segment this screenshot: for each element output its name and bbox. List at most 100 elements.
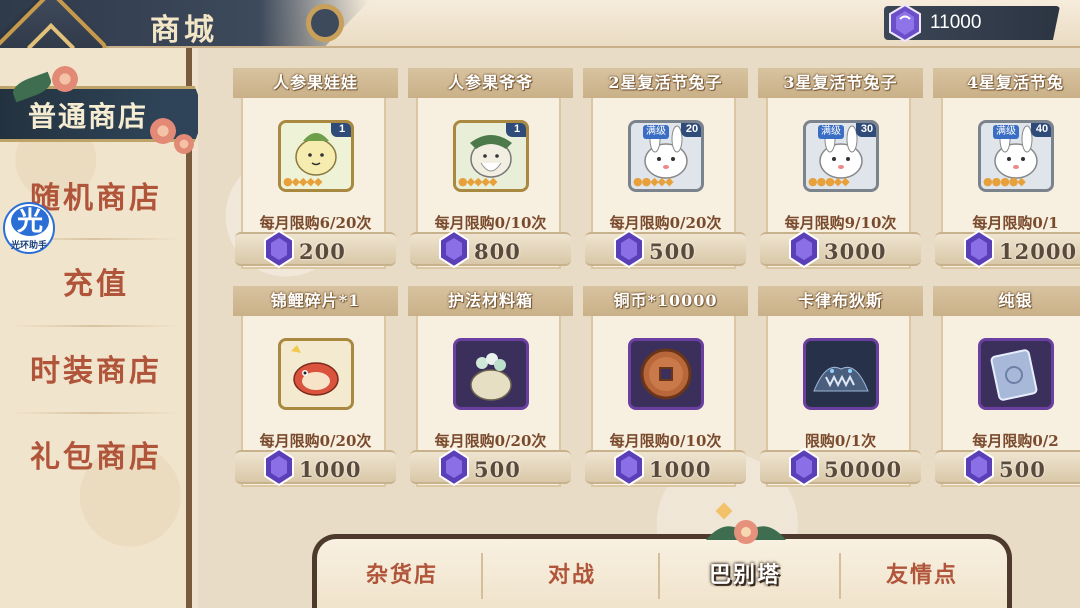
price-bar: 1000 xyxy=(585,448,746,486)
price-value: 500 xyxy=(999,457,1046,482)
shop-content: 人参果娃娃 ●◆◆◆◆ 1 每月限购6/20次 200 人参果爷爷 ●◆◆◆◆ … xyxy=(198,48,1080,608)
price-value: 200 xyxy=(299,239,346,264)
price-value: 12000 xyxy=(999,239,1078,264)
shop-item-card[interactable]: 锦鲤碎片*1 每月限购0/20次 1000 xyxy=(233,286,398,487)
level-tag: 30 xyxy=(856,123,876,137)
purple-gem-icon xyxy=(614,448,644,486)
ginseng-grandpa-icon: ●◆◆◆◆ 1 xyxy=(453,120,529,192)
item-name: 锦鲤碎片*1 xyxy=(233,286,398,316)
item-name: 2星复活节兔子 xyxy=(583,68,748,98)
price-bar: 200 xyxy=(235,230,396,268)
shop-item-card[interactable]: 纯银 每月限购0/2 500 xyxy=(933,286,1080,487)
shop-item-card[interactable]: 3星复活节兔子 ●●●◆◆ 满级 30 每月限购9/10次 3000 xyxy=(758,68,923,269)
price-value: 3000 xyxy=(824,239,887,264)
shop-item-card[interactable]: 人参果娃娃 ●◆◆◆◆ 1 每月限购6/20次 200 xyxy=(233,68,398,269)
sidebar-divider xyxy=(10,412,180,414)
flower-icon xyxy=(150,118,176,144)
pure-silver-icon xyxy=(978,338,1054,410)
star-rating-icon: ●◆◆◆◆ xyxy=(283,175,322,188)
star-rating-icon: ●●●◆◆ xyxy=(808,175,850,188)
flower-icon xyxy=(52,66,78,92)
star-rating-icon: ●◆◆◆◆ xyxy=(458,175,497,188)
tab-friendship[interactable]: 友情点 xyxy=(837,557,1007,593)
purple-gem-icon xyxy=(889,4,921,42)
purple-gem-icon xyxy=(439,448,469,486)
price-bar: 50000 xyxy=(760,448,921,486)
tab-babel-tower[interactable]: 巴别塔 xyxy=(660,557,830,593)
purple-gem-icon xyxy=(614,230,644,268)
level-tag: 1 xyxy=(331,123,351,137)
price-bar: 12000 xyxy=(935,230,1080,268)
price-value: 500 xyxy=(649,239,696,264)
assistant-logo-icon: 光 xyxy=(11,206,49,236)
purple-gem-icon xyxy=(264,448,294,486)
copper-coin-icon xyxy=(628,338,704,410)
bottom-tab-bar: 杂货店 对战 巴别塔 友情点 xyxy=(312,534,1012,608)
shop-item-card[interactable]: 铜币*10000 每月限购0/10次 1000 xyxy=(583,286,748,487)
currency-amount: 11000 xyxy=(930,12,982,33)
item-name: 护法材料箱 xyxy=(408,286,573,316)
star-rating-icon: ●●◆◆◆ xyxy=(633,175,674,188)
price-bar: 500 xyxy=(410,448,571,486)
max-level-tag: 满级 xyxy=(643,125,669,139)
item-name: 卡律布狄斯 xyxy=(758,286,923,316)
item-name: 4星复活节兔 xyxy=(933,68,1080,98)
level-tag: 40 xyxy=(1031,123,1051,137)
price-bar: 500 xyxy=(585,230,746,268)
purple-gem-icon xyxy=(964,448,994,486)
charybdis-icon xyxy=(803,338,879,410)
price-value: 50000 xyxy=(824,457,903,482)
sidebar-item-fashion-shop[interactable]: 时装商店 xyxy=(0,347,192,397)
price-value: 500 xyxy=(474,457,521,482)
sidebar-item-gift-shop[interactable]: 礼包商店 xyxy=(0,433,192,483)
tab-divider xyxy=(481,553,483,599)
price-value: 1000 xyxy=(649,457,712,482)
item-name: 铜币*10000 xyxy=(583,286,748,316)
purple-gem-icon xyxy=(264,230,294,268)
sidebar-item-label: 普通商店 xyxy=(28,100,149,133)
item-name: 纯银 xyxy=(933,286,1080,316)
max-level-tag: 满级 xyxy=(818,125,844,139)
price-bar: 3000 xyxy=(760,230,921,268)
price-bar: 800 xyxy=(410,230,571,268)
assistant-label: 光环助手 xyxy=(10,240,47,250)
tab-grocery[interactable]: 杂货店 xyxy=(317,557,487,593)
overlay-assistant-badge[interactable]: 光 光环助手 xyxy=(3,202,55,254)
title-ornament xyxy=(306,4,344,42)
flower-icon xyxy=(174,134,194,154)
shop-item-card[interactable]: 4星复活节兔 ●●●●◆ 满级 40 每月限购0/1 12000 xyxy=(933,68,1080,269)
level-tag: 20 xyxy=(681,123,701,137)
item-name: 人参果爷爷 xyxy=(408,68,573,98)
item-name: 人参果娃娃 xyxy=(233,68,398,98)
easter-bunny-icon: ●●●●◆ 满级 40 xyxy=(978,120,1054,192)
price-value: 800 xyxy=(474,239,521,264)
price-value: 1000 xyxy=(299,457,362,482)
purple-gem-icon xyxy=(964,230,994,268)
purple-gem-icon xyxy=(789,448,819,486)
level-tag: 1 xyxy=(506,123,526,137)
material-sack-art xyxy=(456,341,526,407)
ginseng-baby-icon: ●◆◆◆◆ 1 xyxy=(278,120,354,192)
page-title: 商城 xyxy=(150,13,218,48)
top-bar: 商城 11000 xyxy=(0,0,1080,48)
sidebar-item-recharge[interactable]: 充值 xyxy=(0,260,192,310)
koi-fragment-art xyxy=(281,341,351,407)
material-sack-icon xyxy=(453,338,529,410)
easter-bunny-icon: ●●◆◆◆ 满级 20 xyxy=(628,120,704,192)
pure-silver-art xyxy=(981,341,1051,407)
koi-fragment-icon xyxy=(278,338,354,410)
price-bar: 500 xyxy=(935,448,1080,486)
shop-item-card[interactable]: 卡律布狄斯 限购0/1次 50000 xyxy=(758,286,923,487)
charybdis-art xyxy=(806,341,876,407)
purple-gem-icon xyxy=(789,230,819,268)
sidebar-divider xyxy=(10,325,180,327)
easter-bunny-icon: ●●●◆◆ 满级 30 xyxy=(803,120,879,192)
flower-ornament-icon xyxy=(706,520,786,544)
max-level-tag: 满级 xyxy=(993,125,1019,139)
shop-item-card[interactable]: 护法材料箱 每月限购0/20次 500 xyxy=(408,286,573,487)
tab-battle[interactable]: 对战 xyxy=(487,557,657,593)
shop-item-card[interactable]: 人参果爷爷 ●◆◆◆◆ 1 每月限购0/10次 800 xyxy=(408,68,573,269)
shop-item-card[interactable]: 2星复活节兔子 ●●◆◆◆ 满级 20 每月限购0/20次 500 xyxy=(583,68,748,269)
star-rating-icon: ●●●●◆ xyxy=(983,175,1026,188)
item-name: 3星复活节兔子 xyxy=(758,68,923,98)
